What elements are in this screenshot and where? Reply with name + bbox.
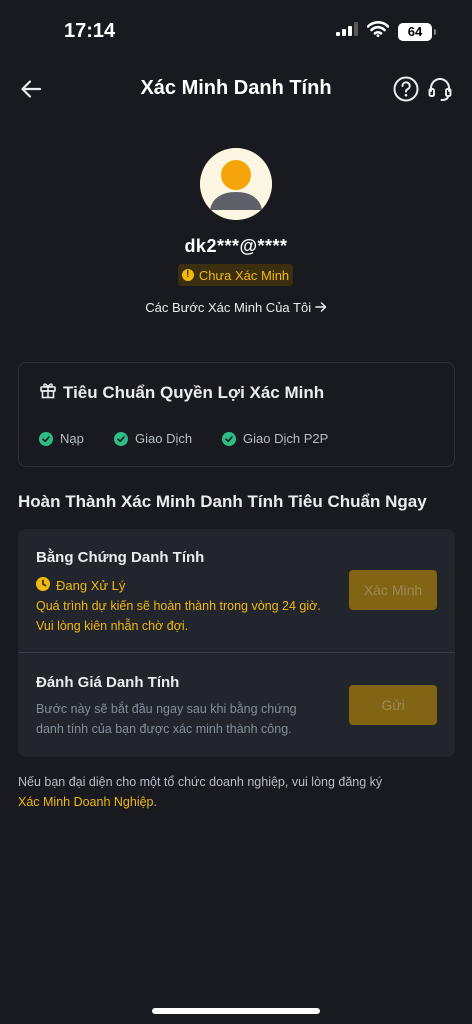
- check-circle-icon: [222, 431, 236, 446]
- gift-icon: [39, 381, 57, 404]
- benefit-item-label: Giao Dịch: [135, 431, 193, 446]
- status-time: 17:14: [64, 20, 116, 42]
- identity-review-description: Bước này sẽ bắt đầu ngay sau khi bằng ch…: [36, 702, 297, 736]
- battery-icon: 64: [398, 22, 436, 41]
- headset-icon[interactable]: [426, 75, 454, 103]
- footer-text: Nếu bạn đại diện cho một tổ chức doanh n…: [18, 775, 383, 789]
- benefit-item-p2p: Giao Dịch P2P: [222, 431, 328, 446]
- username: dk2***@****: [184, 236, 288, 256]
- verification-steps-card: Bằng Chứng Danh Tính Đang Xử Lý Quá trìn…: [18, 529, 455, 757]
- question-circle-icon[interactable]: [392, 75, 420, 103]
- verification-steps-link[interactable]: Các Bước Xác Minh Của Tôi: [0, 300, 472, 315]
- processing-status-label: Đang Xử Lý: [56, 578, 126, 593]
- status-badge-label: Chưa Xác Minh: [198, 267, 290, 283]
- benefit-item-label: Giao Dịch P2P: [243, 431, 329, 446]
- check-circle-icon: [114, 431, 128, 446]
- arrow-right-icon: [314, 300, 327, 315]
- status-icons: 64: [336, 21, 436, 42]
- home-indicator: [152, 1008, 320, 1014]
- status-badge: ! Chưa Xác Minh: [178, 264, 293, 286]
- benefit-item-label: Nạp: [60, 431, 84, 446]
- processing-status: Đang Xử Lý: [36, 577, 125, 594]
- top-navigation: Xác Minh Danh Tính: [0, 66, 472, 112]
- identity-proof-title: Bằng Chứng Danh Tính: [36, 549, 205, 566]
- business-verification-note: Nếu bạn đại diện cho một tổ chức doanh n…: [18, 772, 458, 812]
- check-circle-icon: [39, 431, 53, 446]
- benefit-item-deposit: Nạp: [39, 431, 84, 446]
- identity-review-title: Đánh Giá Danh Tính: [36, 674, 180, 691]
- benefit-item-trading: Giao Dịch: [114, 431, 192, 446]
- avatar: [200, 148, 272, 220]
- divider: [18, 652, 455, 653]
- identity-proof-description: Quá trình dự kiến sẽ hoàn thành trong vò…: [36, 599, 321, 633]
- status-bar: 17:14 64: [0, 0, 472, 62]
- steps-link-label: Các Bước Xác Minh Của Tôi: [145, 300, 312, 315]
- verify-button[interactable]: Xác Minh: [349, 570, 437, 610]
- exclamation-icon: !: [181, 269, 194, 281]
- business-verification-link[interactable]: Xác Minh Doanh Nghiệp: [18, 795, 154, 809]
- submit-button[interactable]: Gửi: [349, 685, 437, 725]
- benefits-header: Tiêu Chuẩn Quyền Lợi Xác Minh: [39, 381, 324, 404]
- section-title: Hoàn Thành Xác Minh Danh Tính Tiêu Chuẩn…: [18, 492, 427, 511]
- clock-icon: [36, 577, 50, 594]
- verification-benefits-card: Tiêu Chuẩn Quyền Lợi Xác Minh Nạp Giao D…: [18, 362, 455, 467]
- benefits-title: Tiêu Chuẩn Quyền Lợi Xác Minh: [63, 382, 325, 402]
- footer-suffix: .: [153, 795, 157, 809]
- wifi-icon: [366, 21, 390, 42]
- cellular-signal-icon: [336, 22, 358, 41]
